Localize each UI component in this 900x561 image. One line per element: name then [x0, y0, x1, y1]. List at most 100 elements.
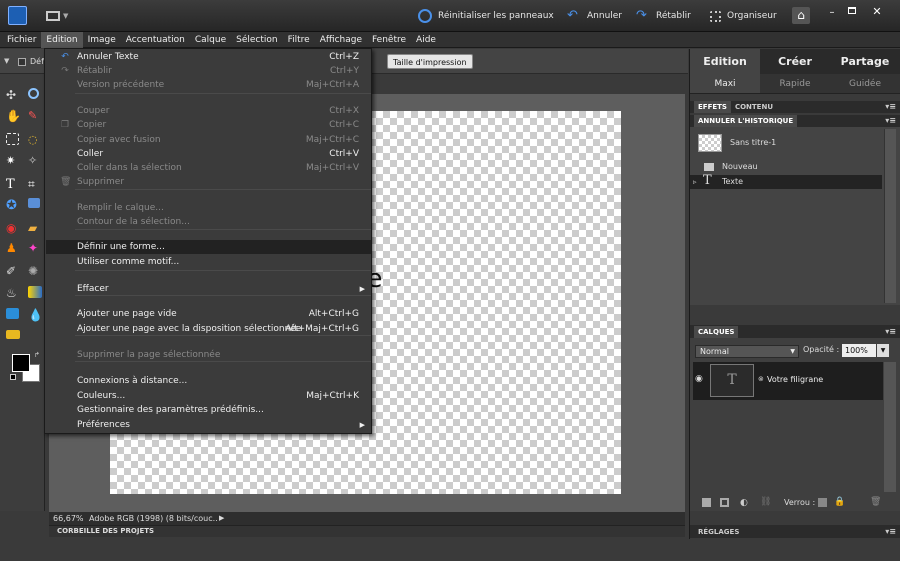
tab-effets[interactable]: EFFETS [694, 101, 731, 113]
menu-affichage[interactable]: Affichage [315, 32, 367, 48]
layers-panel-menu-icon[interactable]: ▾≡ [881, 326, 900, 338]
print-size-button[interactable]: Taille d'impression [387, 54, 473, 69]
foreground-color-swatch[interactable] [12, 354, 30, 372]
history-state-marker-icon: ▹ [693, 178, 697, 186]
menu-item-label: Préférences [77, 420, 130, 430]
menu-separator [75, 270, 371, 271]
paint-bucket-tool-icon[interactable]: ♨ [6, 286, 21, 301]
menu-filtre[interactable]: Filtre [283, 32, 315, 48]
undo-button[interactable]: ↶ Annuler [567, 8, 622, 24]
home-button[interactable]: ⌂ [792, 7, 810, 24]
menu-item[interactable]: Gestionnaire des paramètres prédéfinis..… [46, 403, 371, 417]
workspace-switch-button[interactable]: ▼ [46, 10, 72, 22]
new-layer-icon[interactable] [702, 498, 711, 507]
menu-item[interactable]: Effacer ▶ [46, 282, 371, 296]
menu-fenetre[interactable]: Fenêtre [367, 32, 411, 48]
clone-stamp-tool-icon[interactable]: ♟ [6, 241, 21, 256]
history-snapshot[interactable]: Sans titre-1 [696, 133, 882, 153]
app-logo-icon[interactable] [8, 6, 27, 25]
stamp-tool-icon[interactable]: ✺ [28, 264, 43, 279]
adjustment-layer-icon[interactable] [720, 498, 729, 507]
gradient-tool-icon[interactable] [28, 286, 42, 298]
subtab-maxi[interactable]: Maxi [690, 74, 760, 93]
subtab-rapide[interactable]: Rapide [760, 74, 830, 93]
opacity-dropdown-button[interactable]: ▼ [877, 344, 889, 357]
history-item-texte[interactable]: ▹ T Texte [690, 174, 882, 189]
mask-icon[interactable]: ◐ [740, 498, 748, 508]
marquee-tool-icon[interactable] [6, 133, 19, 145]
swap-colors-icon[interactable]: ↱ [34, 351, 40, 359]
selection-brush-tool-icon[interactable]: ✧ [28, 154, 43, 169]
menu-image[interactable]: Image [83, 32, 121, 48]
cookie-cutter-tool-icon[interactable]: ✪ [6, 198, 21, 213]
redo-button[interactable]: ↷ Rétablir [636, 8, 691, 24]
menu-item[interactable]: Ajouter une page avec la disposition sél… [46, 322, 371, 336]
visibility-eye-icon[interactable]: ◉ [695, 374, 703, 384]
maximize-button[interactable] [846, 7, 858, 19]
sponge-tool-icon[interactable] [6, 330, 20, 339]
menu-item[interactable]: ↶ Annuler Texte Ctrl+Z [46, 50, 371, 64]
zoom-tool-icon[interactable] [28, 88, 39, 99]
layers-scrollbar[interactable] [884, 362, 896, 492]
status-menu-arrow-icon[interactable]: ▶ [219, 512, 224, 525]
tab-edition[interactable]: Edition [690, 49, 760, 74]
lock-all-icon[interactable]: 🔒 [834, 497, 845, 507]
menu-item[interactable]: Couleurs... Maj+Ctrl+K [46, 389, 371, 403]
history-item-nouveau[interactable]: Nouveau [696, 160, 882, 174]
menu-fichier[interactable]: Fichier [0, 32, 41, 48]
layer-name[interactable]: Votre filigrane [767, 375, 823, 384]
lock-transparent-icon[interactable] [818, 498, 827, 507]
eyedropper-tool-icon[interactable]: ✎ [28, 109, 43, 124]
menu-item[interactable]: Préférences ▶ [46, 418, 371, 432]
hand-tool-icon[interactable]: ✋ [6, 109, 21, 124]
options-checkbox[interactable] [18, 58, 26, 66]
red-eye-tool-icon[interactable]: ◉ [6, 221, 21, 236]
blend-mode-select[interactable]: Normal ▼ [695, 345, 799, 358]
menu-aide[interactable]: Aide [411, 32, 441, 48]
menu-item[interactable]: Coller Ctrl+V [46, 147, 371, 161]
blur-tool-icon[interactable]: 💧 [28, 308, 43, 323]
menu-accentuation[interactable]: Accentuation [121, 32, 190, 48]
magic-wand-tool-icon[interactable]: ✷ [6, 154, 21, 169]
history-panel-title[interactable]: ANNULER L'HISTORIQUE [694, 115, 798, 127]
adjustments-panel-title[interactable]: RÉGLAGES [694, 526, 743, 538]
history-scrollbar[interactable] [884, 129, 896, 303]
organizer-button[interactable]: Organiseur [710, 8, 777, 24]
healing-brush-tool-icon[interactable]: ▰ [28, 221, 43, 236]
shape-tool-icon[interactable] [6, 308, 19, 319]
tab-creer[interactable]: Créer [760, 49, 830, 74]
undo-icon: ↶ [567, 8, 578, 23]
tool-preset-dropdown[interactable]: ▼ [4, 57, 9, 65]
move-tool-icon[interactable]: ✣ [6, 88, 21, 103]
menu-calque[interactable]: Calque [190, 32, 231, 48]
layer-row[interactable]: ◉ T ⊗ Votre filigrane [693, 362, 883, 400]
menu-item[interactable]: Ajouter une page vide Alt+Ctrl+G [46, 307, 371, 321]
panel-menu-icon[interactable]: ▾≡ [881, 101, 900, 113]
delete-layer-icon[interactable]: 🗑 [870, 497, 881, 507]
default-colors-icon[interactable] [10, 374, 16, 380]
menu-item[interactable]: Définir une forme... [46, 240, 371, 254]
reset-panels-button[interactable]: Réinitialiser les panneaux [418, 8, 554, 24]
brush-tool-icon[interactable]: ✐ [6, 264, 21, 279]
menu-edition[interactable]: Edition [41, 31, 83, 48]
type-tool-icon[interactable]: T [6, 177, 21, 192]
crop-tool-icon[interactable]: ⌗ [28, 177, 43, 192]
recompose-tool-icon[interactable] [28, 198, 40, 208]
zoom-level[interactable]: 66,67% [53, 512, 84, 525]
close-button[interactable]: ✕ [870, 5, 884, 19]
layers-panel-title[interactable]: CALQUES [694, 325, 739, 338]
smart-brush-tool-icon[interactable]: ✦ [28, 241, 43, 256]
minimize-button[interactable]: – [826, 7, 838, 19]
menu-selection[interactable]: Sélection [231, 32, 282, 48]
tab-contenu[interactable]: CONTENU [731, 101, 777, 113]
lasso-tool-icon[interactable]: ◌ [28, 133, 43, 148]
opacity-field[interactable]: 100% [842, 344, 876, 357]
subtab-guidee[interactable]: Guidée [830, 74, 900, 93]
adjustments-panel-menu-icon[interactable]: ▾≡ [881, 526, 900, 538]
link-layers-icon[interactable]: ⛓ [760, 497, 771, 507]
history-panel-menu-icon[interactable]: ▾≡ [881, 115, 900, 127]
tab-partage[interactable]: Partage [830, 49, 900, 74]
menu-item[interactable]: Utiliser comme motif... [46, 255, 371, 269]
project-bin[interactable]: CORBEILLE DES PROJETS [49, 525, 685, 537]
menu-item[interactable]: Connexions à distance... [46, 374, 371, 388]
